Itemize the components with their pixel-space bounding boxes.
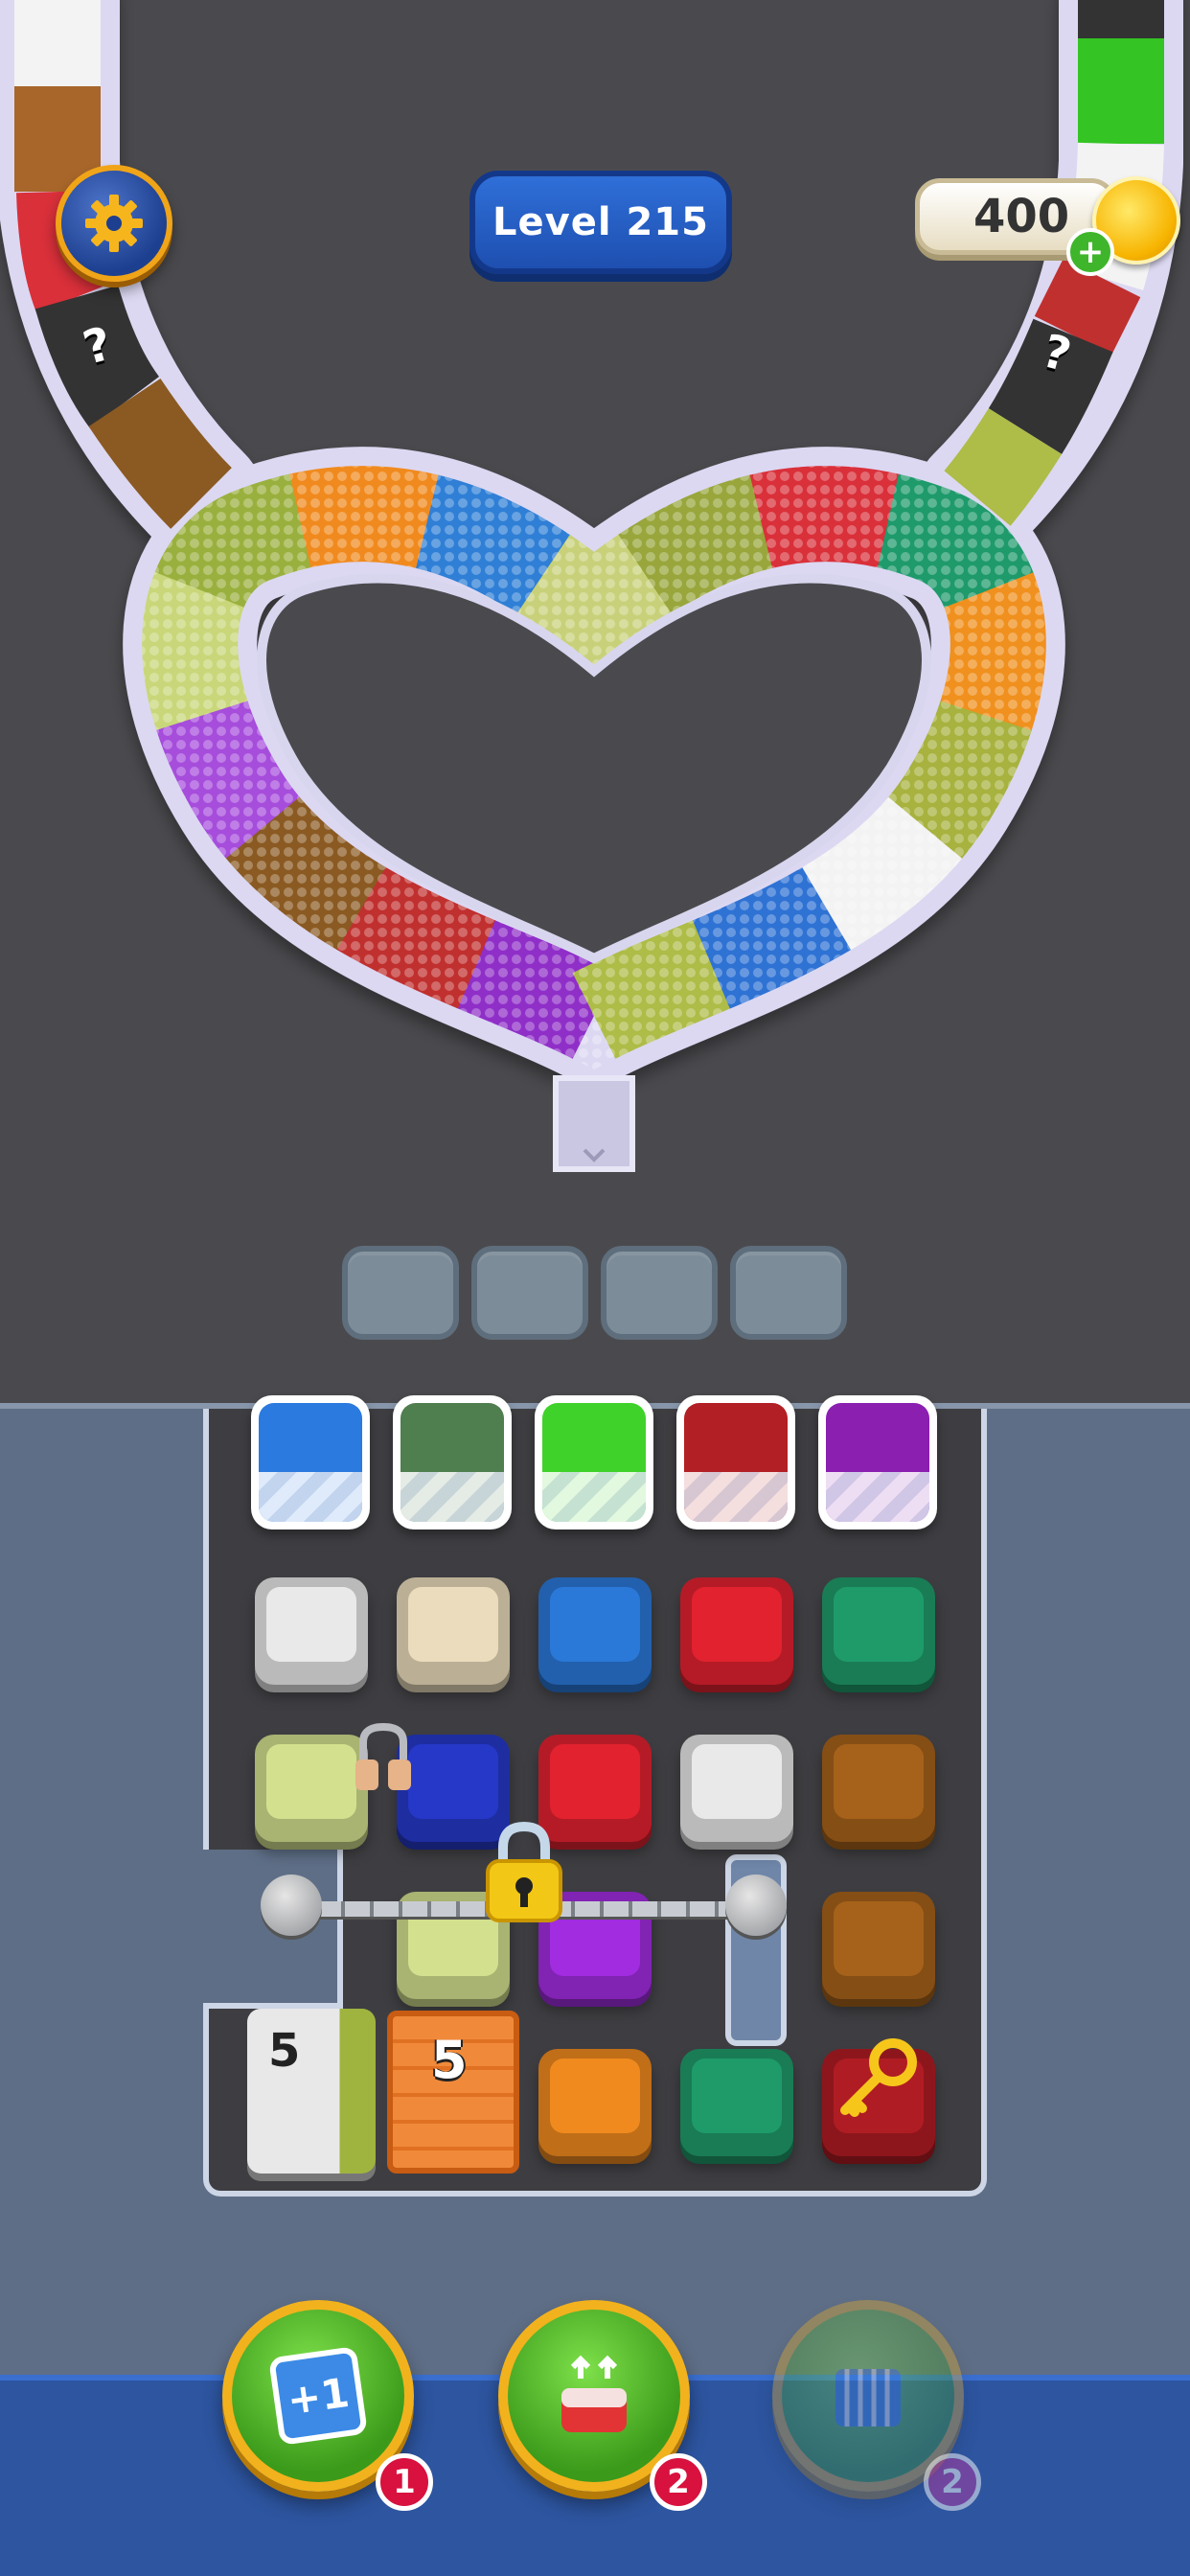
settings-button[interactable] [56, 165, 172, 282]
booster-count-badge: 1 [376, 2453, 433, 2511]
color-holder-purple[interactable] [818, 1395, 937, 1530]
add-coins-button[interactable]: + [1066, 228, 1114, 276]
holder-cup [259, 1403, 362, 1522]
add-slot-icon: +1 [268, 2346, 368, 2446]
lift-cup-icon [561, 2355, 627, 2432]
color-holder-darkgreen[interactable] [393, 1395, 512, 1530]
color-holder-blue[interactable] [251, 1395, 370, 1530]
queue-slot [730, 1246, 847, 1340]
queue-slot [342, 1246, 459, 1340]
cage-icon [835, 2369, 901, 2426]
holder-cup [684, 1403, 788, 1522]
gear-icon [85, 195, 143, 252]
bolt-lock-icon [350, 1721, 417, 1798]
color-holder-darkred[interactable] [676, 1395, 795, 1530]
holder-cup [542, 1403, 646, 1522]
queue-slot [471, 1246, 588, 1340]
counter-block-gray-number: 5 [268, 2024, 301, 2078]
holder-cup [826, 1403, 929, 1522]
chain-anchor-left [261, 1874, 322, 1936]
color-holder-green[interactable] [535, 1395, 653, 1530]
booster-count-badge: 2 [924, 2453, 981, 2511]
booster-count-badge: 2 [650, 2453, 707, 2511]
padlock-icon [484, 1819, 564, 1924]
crate-counter: 5 [431, 2030, 468, 2090]
chain-anchor-right [725, 1874, 787, 1936]
key-icon [830, 2034, 922, 2126]
game-screen: ? ? Level 215 400 + 5 5 +1 1 2 2 [0, 0, 1190, 2576]
holder-cup [400, 1403, 504, 1522]
level-indicator: Level 215 [469, 171, 732, 274]
queue-slot [601, 1246, 718, 1340]
